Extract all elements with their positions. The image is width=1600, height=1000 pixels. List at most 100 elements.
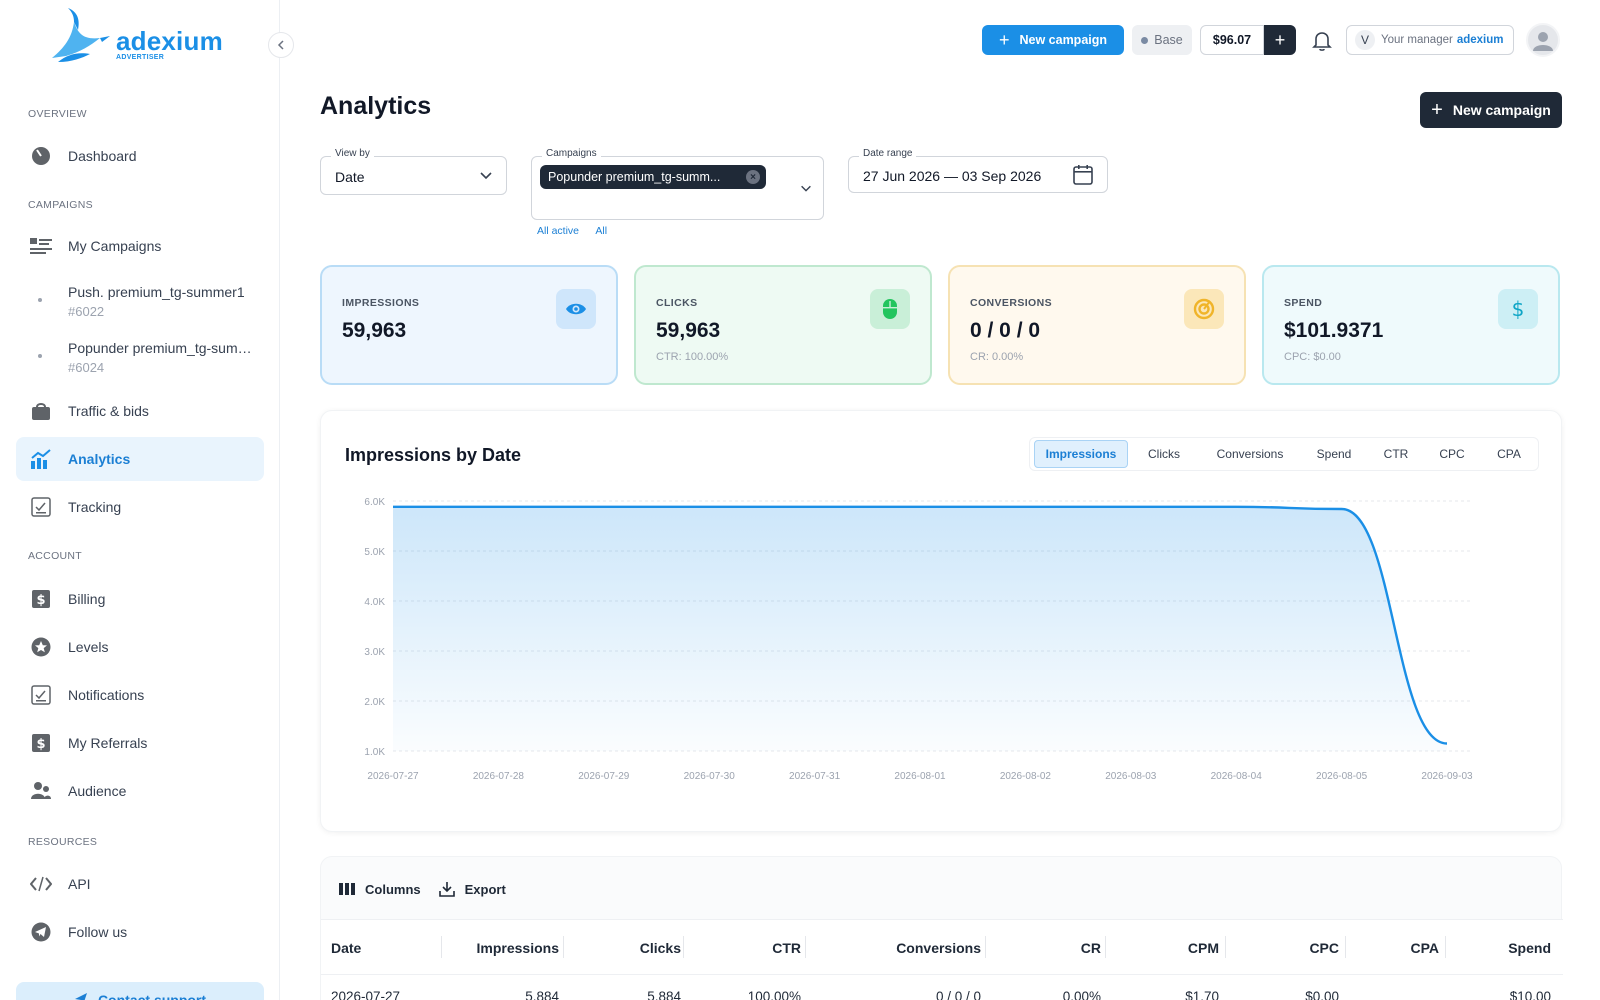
new-campaign-button[interactable]: + New campaign [1420, 92, 1562, 128]
bird-logo-icon [52, 8, 110, 62]
sidebar-item-label: Analytics [68, 451, 131, 467]
data-point[interactable] [1022, 504, 1028, 510]
sidebar-item-my-campaigns[interactable]: My Campaigns [16, 224, 264, 268]
column-header-spend[interactable]: Spend [1508, 940, 1551, 956]
telegram-icon [28, 921, 54, 943]
data-point[interactable] [1444, 741, 1450, 747]
cell-cpm: $1.70 [1185, 989, 1219, 1000]
brand-logo[interactable]: adexium ADVERTISER [44, 8, 224, 66]
contact-support-button[interactable]: Contact support [16, 982, 264, 1000]
data-point[interactable] [1128, 504, 1134, 510]
balance-display[interactable]: $96.07 [1200, 25, 1264, 55]
tab-conversions[interactable]: Conversions [1200, 440, 1300, 468]
data-point[interactable] [495, 504, 501, 510]
data-point[interactable] [1233, 504, 1239, 510]
columns-icon [339, 883, 355, 895]
sidebar-item-notifications[interactable]: Notifications [16, 673, 264, 717]
data-point[interactable] [812, 504, 818, 510]
column-header-cr[interactable]: CR [1081, 940, 1101, 956]
user-avatar[interactable] [1526, 23, 1560, 57]
data-point[interactable] [706, 504, 712, 510]
all-active-link[interactable]: All active [537, 225, 579, 237]
x-tick-label: 2026-08-05 [1316, 771, 1368, 782]
columns-button[interactable]: Columns [339, 882, 421, 897]
chart-title: Impressions by Date [345, 445, 522, 465]
card-value: $101.9371 [1284, 319, 1384, 342]
view-by-select[interactable]: View by Date [320, 148, 507, 195]
column-header-conversions[interactable]: Conversions [896, 940, 981, 956]
sidebar-item-referrals[interactable]: $ My Referrals [16, 721, 264, 765]
card-subtext: CPC: $0.00 [1284, 351, 1341, 363]
tab-impressions[interactable]: Impressions [1034, 440, 1128, 468]
tab-clicks[interactable]: Clicks [1128, 440, 1200, 468]
campaign-chip[interactable]: Popunder premium_tg-summ... × [540, 165, 766, 189]
sidebar-item-label: Tracking [68, 499, 122, 515]
manager-contact-button[interactable]: V Your manager adexium [1346, 25, 1514, 55]
section-label-resources: RESOURCES [28, 836, 98, 848]
bell-icon[interactable] [1310, 28, 1334, 52]
sidebar-item-tracking[interactable]: Tracking [16, 485, 264, 529]
data-point[interactable] [390, 504, 396, 510]
target-icon [1184, 289, 1224, 329]
status-dot-icon [1141, 36, 1149, 44]
column-header-impressions[interactable]: Impressions [477, 940, 559, 956]
sidebar-item-api[interactable]: API [16, 862, 264, 906]
chevron-down-icon [801, 185, 811, 192]
chevron-down-icon [480, 172, 492, 180]
sidebar-item-label: Audience [68, 783, 127, 799]
sidebar-item-analytics[interactable]: Analytics [16, 437, 264, 481]
table-header: Date Impressions Clicks CTR Conversions … [321, 919, 1563, 975]
manager-name: adexium [1456, 34, 1504, 46]
sidebar-item-billing[interactable]: $ Billing [16, 577, 264, 621]
card-title: IMPRESSIONS [342, 297, 420, 309]
sidebar-item-dashboard[interactable]: Dashboard [16, 134, 264, 178]
card-subtext: CR: 0.00% [970, 351, 1024, 363]
plan-badge[interactable]: Base [1132, 25, 1192, 55]
all-link[interactable]: All [595, 225, 607, 237]
tab-cpc[interactable]: CPC [1424, 440, 1480, 468]
column-divider [441, 936, 442, 958]
column-header-cpm[interactable]: CPM [1188, 940, 1219, 956]
card-value: 59,963 [656, 319, 721, 342]
card-title: CLICKS [656, 297, 698, 309]
export-button[interactable]: Export [438, 881, 506, 897]
sidebar-item-label: Notifications [68, 687, 145, 703]
column-header-ctr[interactable]: CTR [772, 940, 801, 956]
collapse-sidebar-button[interactable] [268, 32, 294, 58]
y-tick-label: 2.0K [364, 697, 385, 708]
data-point[interactable] [601, 504, 607, 510]
sidebar-campaign-6022[interactable]: Push. premium_tg-summer1 #6022 [16, 284, 264, 319]
bullet-icon [38, 354, 42, 358]
date-range-picker[interactable]: Date range 27 Jun 2026 — 03 Sep 2026 [848, 148, 1108, 193]
data-point[interactable] [1339, 506, 1345, 512]
data-point[interactable] [917, 504, 923, 510]
campaign-name: Push. premium_tg-summer1 [68, 284, 245, 300]
sidebar-item-levels[interactable]: Levels [16, 625, 264, 669]
sidebar-item-audience[interactable]: Audience [16, 769, 264, 813]
campaigns-select[interactable]: Campaigns Popunder premium_tg-summ... × [531, 148, 824, 220]
impressions-area [393, 506, 1447, 751]
column-header-clicks[interactable]: Clicks [640, 940, 681, 956]
card-value: 59,963 [342, 319, 407, 342]
tab-spend[interactable]: Spend [1300, 440, 1368, 468]
bullet-icon [38, 298, 42, 302]
chevron-left-icon [277, 40, 284, 50]
sidebar-campaign-6024[interactable]: Popunder premium_tg-summer1 #6024 [16, 340, 264, 375]
calendar-icon[interactable] [1073, 164, 1093, 186]
sidebar-item-traffic-bids[interactable]: Traffic & bids [16, 389, 264, 433]
add-funds-button[interactable]: + [1264, 25, 1296, 55]
sidebar-item-follow-us[interactable]: Follow us [16, 910, 264, 954]
code-icon [28, 873, 54, 895]
column-divider [683, 936, 684, 958]
tab-ctr[interactable]: CTR [1368, 440, 1424, 468]
column-header-cpc[interactable]: CPC [1309, 940, 1339, 956]
topbar-new-campaign-button[interactable]: + New campaign [982, 25, 1124, 55]
column-header-cpa[interactable]: CPA [1410, 940, 1439, 956]
metric-tabs: Impressions Clicks Conversions Spend CTR… [1029, 437, 1539, 471]
clicks-card: CLICKS 59,963 CTR: 100.00% [634, 265, 932, 385]
tab-cpa[interactable]: CPA [1480, 440, 1538, 468]
remove-chip-icon[interactable]: × [746, 170, 760, 184]
column-header-date[interactable]: Date [331, 940, 361, 956]
table-row[interactable]: 2026-07-27 5,884 5,884 100.00% 0 / 0 / 0… [321, 975, 1563, 1000]
spend-card: SPEND $101.9371 CPC: $0.00 $ [1262, 265, 1560, 385]
